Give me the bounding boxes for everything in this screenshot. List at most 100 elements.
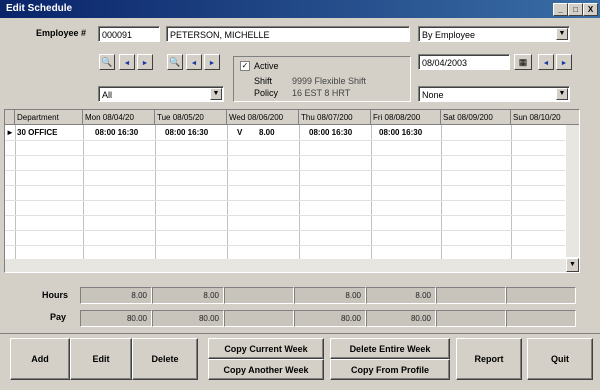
column-divider: [371, 125, 372, 259]
employee-name-field[interactable]: PETERSON, MICHELLE: [166, 26, 410, 42]
view-mode-value: By Employee: [422, 30, 476, 40]
row-divider: [5, 245, 565, 246]
pay-total-tue: 80.00: [152, 310, 224, 327]
row-header-corner: [5, 110, 15, 125]
row-divider: [5, 215, 565, 216]
window-title: Edit Schedule: [6, 3, 73, 14]
chevron-down-icon[interactable]: ▼: [556, 28, 568, 40]
report-button[interactable]: Report: [456, 338, 522, 380]
pay-total-thu: 80.00: [294, 310, 366, 327]
column-header-department[interactable]: Department: [15, 110, 83, 125]
add-button[interactable]: Add: [10, 338, 70, 380]
employee-label: Employee #: [36, 28, 87, 38]
delete-button[interactable]: Delete: [132, 338, 198, 380]
column-header-wed[interactable]: Wed 08/06/200: [227, 110, 299, 125]
scroll-down-button[interactable]: ▼: [566, 258, 579, 272]
row-selector-marker: ►: [6, 128, 14, 137]
policy-label: Policy: [254, 88, 279, 98]
next-name-button[interactable]: ►: [204, 54, 220, 70]
column-header-sun[interactable]: Sun 08/10/20: [511, 110, 579, 125]
employee-search-button[interactable]: 🔍: [99, 54, 115, 70]
shift-label: Shift: [254, 76, 273, 86]
copy-current-week-button[interactable]: Copy Current Week: [208, 338, 324, 359]
copy-another-week-button[interactable]: Copy Another Week: [208, 359, 324, 380]
chevron-down-icon[interactable]: ▼: [556, 88, 568, 100]
hours-total-mon: 8.00: [80, 287, 152, 304]
policy-value: 16 EST 8 HRT: [292, 88, 351, 98]
button-bar-divider: [0, 333, 600, 334]
delete-entire-week-button[interactable]: Delete Entire Week: [330, 338, 450, 359]
column-divider: [441, 125, 442, 259]
hours-label: Hours: [42, 290, 69, 300]
schedule-grid[interactable]: Department Mon 08/04/20 Tue 08/05/20 Wed…: [4, 109, 580, 273]
hours-total-sat: [436, 287, 506, 304]
close-button[interactable]: X: [583, 3, 598, 16]
magnifier-icon: 🔍: [169, 57, 181, 67]
edit-button[interactable]: Edit: [70, 338, 132, 380]
prev-employee-button[interactable]: ◄: [119, 54, 135, 70]
pay-total-fri: 80.00: [366, 310, 436, 327]
active-checkbox[interactable]: ✓: [240, 61, 250, 71]
next-week-button[interactable]: ►: [556, 54, 572, 70]
row-divider: [5, 185, 565, 186]
column-divider: [227, 125, 228, 259]
pay-total-sat: [436, 310, 506, 327]
location-value: All: [102, 90, 113, 100]
horizontal-scrollbar[interactable]: [5, 259, 566, 272]
cell-department[interactable]: 30 OFFICE: [17, 128, 57, 137]
chevron-down-icon[interactable]: ▼: [210, 88, 222, 100]
hours-total-sun: [506, 287, 576, 304]
arrow-right-icon: ►: [208, 60, 216, 67]
column-header-tue[interactable]: Tue 08/05/20: [155, 110, 227, 125]
week-date-field[interactable]: 08/04/2003: [418, 54, 510, 70]
arrow-right-icon: ►: [560, 60, 568, 67]
copy-from-profile-button[interactable]: Copy From Profile: [330, 359, 450, 380]
row-divider: [5, 140, 565, 141]
location-select[interactable]: All ▼: [98, 86, 224, 102]
title-bar[interactable]: Edit Schedule _ □ X: [0, 0, 600, 18]
next-employee-button[interactable]: ►: [137, 54, 153, 70]
row-divider: [5, 230, 565, 231]
arrow-down-icon: ▼: [569, 261, 576, 268]
column-header-mon[interactable]: Mon 08/04/20: [83, 110, 155, 125]
column-divider: [511, 125, 512, 259]
shift-value: 9999 Flexible Shift: [292, 76, 367, 86]
hours-total-tue: 8.00: [152, 287, 224, 304]
column-header-sat[interactable]: Sat 08/09/200: [441, 110, 511, 125]
row-divider: [5, 200, 565, 201]
row-divider: [5, 155, 565, 156]
prev-week-button[interactable]: ◄: [538, 54, 554, 70]
magnifier-icon: 🔍: [101, 57, 113, 67]
view-mode-select[interactable]: By Employee ▼: [418, 26, 570, 42]
vertical-scrollbar[interactable]: [566, 125, 579, 257]
hours-total-fri: 8.00: [366, 287, 436, 304]
restore-button[interactable]: □: [568, 3, 583, 16]
arrow-left-icon: ◄: [123, 60, 131, 67]
employee-number-field[interactable]: 000091: [98, 26, 160, 42]
column-header-thu[interactable]: Thu 08/07/200: [299, 110, 371, 125]
hours-total-thu: 8.00: [294, 287, 366, 304]
prev-name-button[interactable]: ◄: [186, 54, 202, 70]
pay-total-mon: 80.00: [80, 310, 152, 327]
name-search-button[interactable]: 🔍: [167, 54, 183, 70]
calendar-button[interactable]: ▦: [514, 54, 532, 70]
cell-wed-code[interactable]: V: [237, 128, 242, 137]
column-divider: [15, 125, 16, 259]
column-divider: [83, 125, 84, 259]
minimize-button[interactable]: _: [553, 3, 568, 16]
arrow-right-icon: ►: [141, 60, 149, 67]
pay-label: Pay: [50, 312, 67, 322]
cell-wed-hours[interactable]: 8.00: [259, 128, 275, 137]
cell-fri[interactable]: 08:00 16:30: [379, 128, 422, 137]
column-header-fri[interactable]: Fri 08/08/200: [371, 110, 441, 125]
column-divider: [299, 125, 300, 259]
row-divider: [5, 170, 565, 171]
pay-total-wed: [224, 310, 294, 327]
cell-thu[interactable]: 08:00 16:30: [309, 128, 352, 137]
cell-tue[interactable]: 08:00 16:30: [165, 128, 208, 137]
filter-select[interactable]: None ▼: [418, 86, 570, 102]
column-divider: [155, 125, 156, 259]
cell-mon[interactable]: 08:00 16:30: [95, 128, 138, 137]
employee-status-group: ✓ Active Shift 9999 Flexible Shift Polic…: [233, 56, 411, 102]
quit-button[interactable]: Quit: [527, 338, 593, 380]
